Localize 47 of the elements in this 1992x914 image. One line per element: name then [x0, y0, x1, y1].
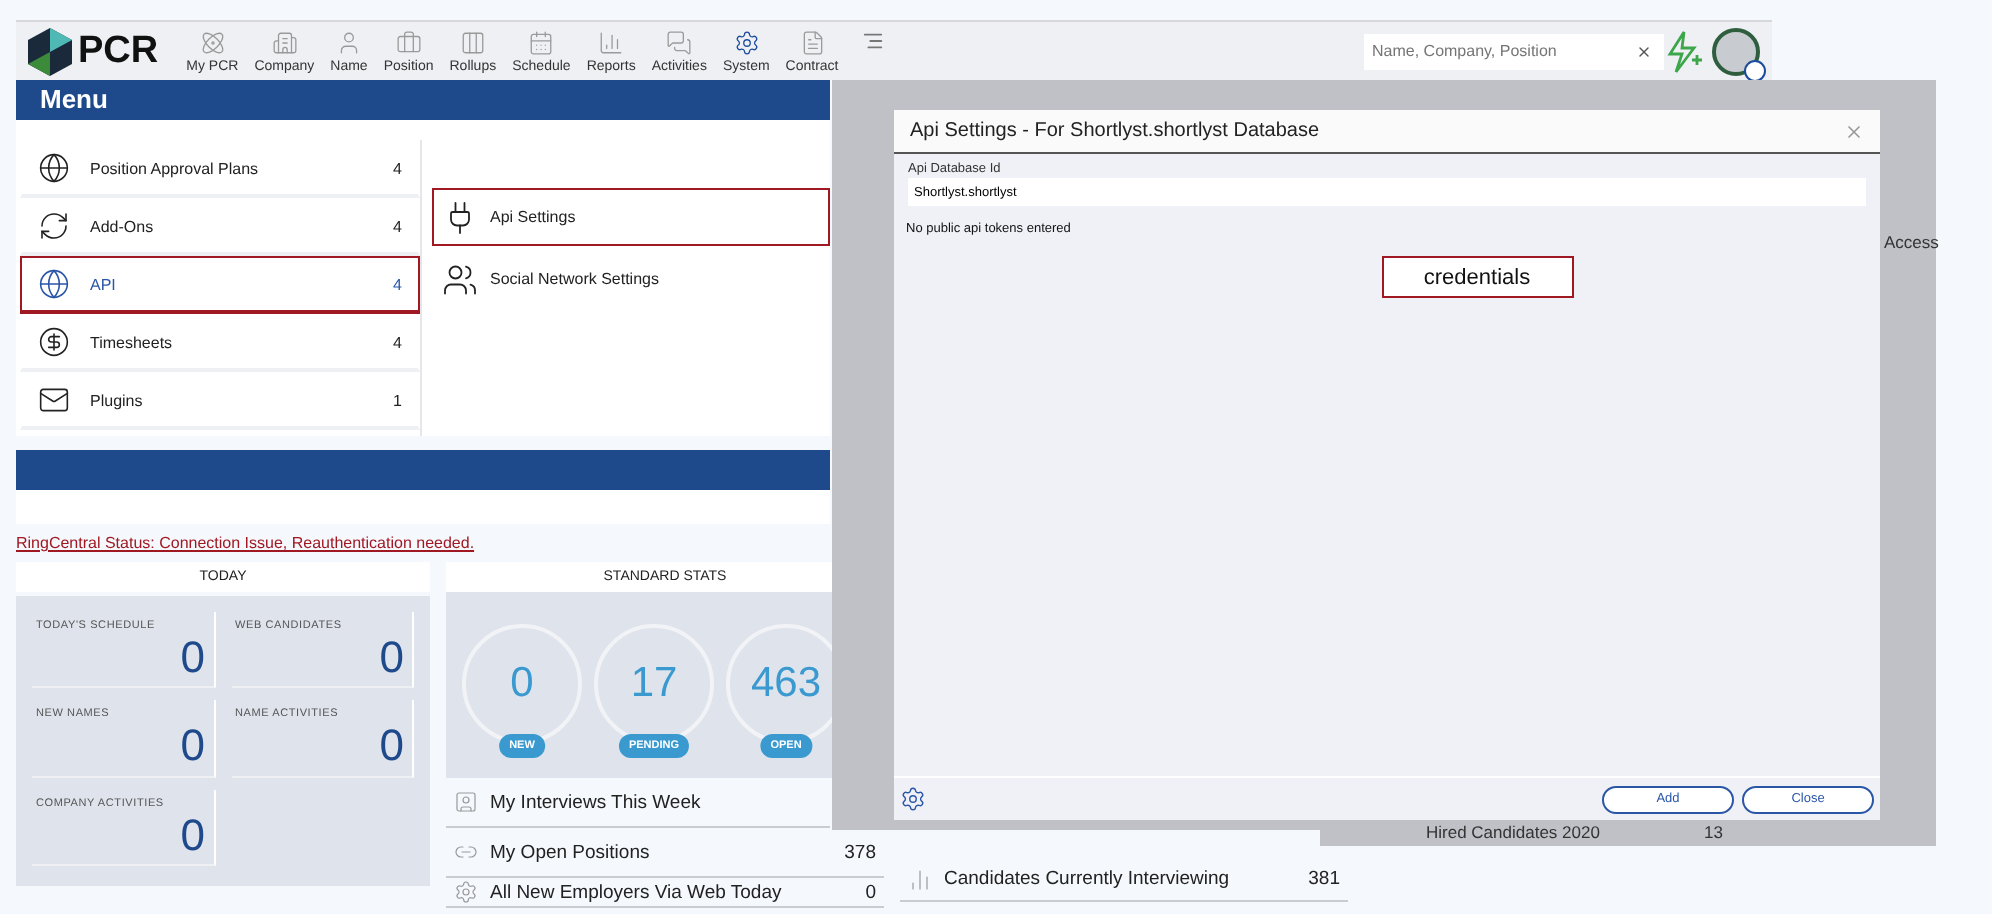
- users-icon: [442, 261, 478, 297]
- stat-row[interactable]: All New Employers Via Web Today 0: [446, 878, 884, 908]
- refresh-icon: [38, 210, 70, 242]
- tile-value: 0: [379, 720, 404, 773]
- settings-icon: [733, 29, 760, 55]
- background-text: Hired Candidates 2020: [1426, 822, 1600, 842]
- briefcase-icon: [395, 29, 422, 55]
- menu-item[interactable]: Timesheets 4: [20, 314, 420, 372]
- chat-icon: [666, 29, 693, 55]
- background-text: Access: [1884, 232, 1939, 252]
- atom-icon: [199, 29, 226, 55]
- annotation-label: credentials: [1381, 256, 1573, 298]
- bar-chart-icon: [908, 867, 932, 891]
- menu-title: Menu: [16, 80, 830, 120]
- link-icon: [454, 840, 478, 864]
- globe-icon: [38, 268, 70, 300]
- menu-item[interactable]: Position Approval Plans 4: [20, 140, 420, 198]
- mail-icon: [38, 384, 70, 416]
- logo-text: PCR: [78, 29, 159, 73]
- columns-icon: [459, 29, 486, 55]
- user-icon: [336, 29, 362, 55]
- stat-row[interactable]: Candidates Currently Interviewing 381: [900, 858, 1348, 902]
- avatar[interactable]: [1712, 27, 1760, 75]
- background-text: 13: [1704, 822, 1723, 842]
- tile-value: 0: [379, 632, 404, 684]
- settings-icon[interactable]: [900, 786, 926, 812]
- tile-value: 0: [180, 809, 205, 862]
- person-icon: [454, 790, 478, 814]
- menu-icon[interactable]: [862, 30, 885, 52]
- menu-item[interactable]: Plugins 1: [20, 372, 420, 430]
- submenu-item[interactable]: Api Settings: [432, 188, 830, 246]
- document-icon: [799, 29, 826, 55]
- globe-icon: [38, 152, 70, 184]
- bar-chart-icon: [598, 29, 625, 55]
- menu-item[interactable]: API 4: [20, 256, 420, 314]
- tile-value: 0: [180, 720, 205, 773]
- tile-value: 0: [180, 632, 205, 684]
- logo-icon: [28, 27, 72, 75]
- dialog-title: Api Settings - For Shortlyst.shortlyst Database: [910, 120, 1322, 142]
- calendar-icon: [528, 29, 555, 55]
- search-field[interactable]: Name, Company, Position: [1364, 33, 1664, 69]
- building-icon: [271, 29, 298, 55]
- dollar-icon: [38, 326, 70, 358]
- gear-icon: [454, 880, 478, 904]
- stat-row[interactable]: My Interviews This Week: [446, 778, 830, 828]
- menu-item[interactable]: Add-Ons 4: [20, 198, 420, 256]
- status-link[interactable]: RingCentral Status: Connection Issue, Reauthentication needed.: [16, 534, 830, 552]
